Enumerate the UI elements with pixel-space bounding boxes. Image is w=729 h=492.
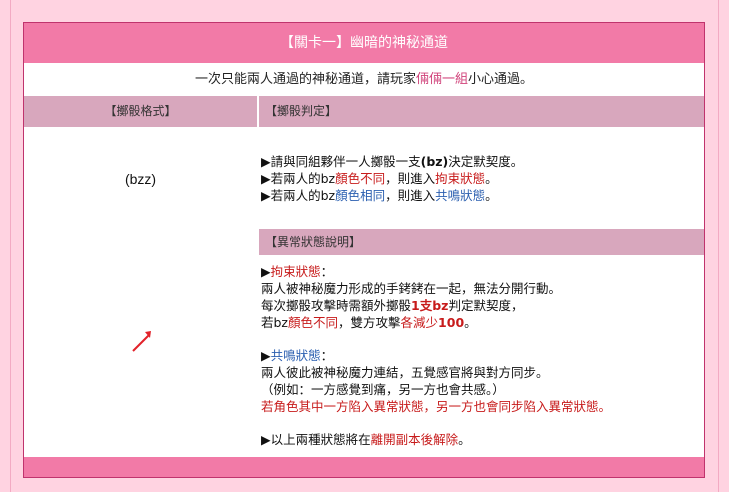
intro-suffix: 小心通過。	[468, 72, 534, 87]
resonance-arrow: ▶	[261, 348, 271, 363]
restraint-arrow: ▶	[261, 264, 271, 279]
judgement-line-1-text: ▶請與同組夥伴一人擲骰一支	[261, 154, 421, 169]
restraint-title: ▶拘束狀態：	[261, 263, 701, 280]
dice-format-header: 【擲骰格式】	[24, 96, 257, 127]
judgement-line-3-text: ▶若兩人的bz	[261, 188, 336, 203]
restraint-desc-2: 每次擲骰攻擊時需額外擲骰1支bz判定默契度，	[261, 297, 701, 314]
left-guide-line	[10, 0, 11, 492]
footer-note: ▶以上兩種狀態將在離開副本後解除。	[261, 431, 701, 448]
judgement-line-2-text: ▶若兩人的bz	[261, 171, 336, 186]
restraint-colon: ：	[320, 264, 334, 279]
restraint-name: 拘束狀態	[270, 264, 321, 279]
intro-text: 一次只能兩人通過的神秘通道，請玩家倆倆一組小心通過。	[24, 63, 704, 96]
restraint-section: ▶拘束狀態： 兩人被神秘魔力形成的手銬銬在一起，無法分開行動。 每次擲骰攻擊時需…	[261, 263, 701, 331]
card-title: 【關卡一】幽暗的神秘通道	[24, 23, 704, 63]
restraint-desc-3-amount: 100	[438, 315, 465, 330]
dice-format-cell: (bzz)	[24, 127, 257, 458]
judgement-line-1-end: 決定默契度。	[448, 154, 524, 169]
judgement-line-3-mid: ，則進入	[385, 188, 436, 203]
restraint-desc-1: 兩人被神秘魔力形成的手銬銬在一起，無法分開行動。	[261, 281, 562, 296]
dice-judgement-header: 【擲骰判定】	[259, 96, 704, 127]
column-separator	[257, 96, 259, 458]
restraint-desc-3: 若bz顏色不同，雙方攻擊各減少100。	[261, 314, 701, 331]
resonance-desc-2: （例如：一方感覺到痛，另一方也會共感。）	[261, 382, 505, 397]
restraint-desc-2-end: 判定默契度，	[448, 298, 524, 313]
restraint-desc-3-condition: 顏色不同	[288, 315, 339, 330]
judgement-line-2-end: 。	[485, 171, 498, 186]
judgement-line-1-code: (bz)	[420, 154, 449, 169]
footer-end: 。	[458, 432, 471, 447]
resonance-section: ▶共鳴狀態： 兩人彼此被神秘魔力連結，五覺感官將與對方同步。 （例如：一方感覺到…	[261, 347, 701, 415]
judgement-line-3-end: 。	[485, 188, 498, 203]
judgement-rules: ▶請與同組夥伴一人擲骰一支(bz)決定默契度。 ▶若兩人的bz顏色不同，則進入拘…	[261, 153, 701, 204]
event-card: 【關卡一】幽暗的神秘通道 一次只能兩人通過的神秘通道，請玩家倆倆一組小心通過。 …	[23, 22, 705, 478]
judgement-line-2-mid: ，則進入	[385, 171, 436, 186]
judgement-line-3-condition: 顏色相同	[335, 188, 386, 203]
restraint-desc-3-end: 。	[464, 315, 477, 330]
judgement-line-2: ▶若兩人的bz顏色不同，則進入拘束狀態。	[261, 170, 701, 187]
footer-text: ▶以上兩種狀態將在	[261, 432, 371, 447]
judgement-line-2-condition: 顏色不同	[335, 171, 386, 186]
mouse-cursor-icon	[132, 331, 151, 352]
judgement-line-1: ▶請與同組夥伴一人擲骰一支(bz)決定默契度。	[261, 153, 701, 170]
resonance-colon: ：	[320, 348, 334, 363]
restraint-desc-3-penalty: 各減少	[400, 315, 439, 330]
status-explanation-header: 【異常狀態說明】	[259, 229, 704, 255]
restraint-desc-2-text: 每次擲骰攻擊時需額外擲骰	[261, 298, 412, 313]
resonance-name: 共鳴狀態	[270, 348, 321, 363]
resonance-desc-1: 兩人彼此被神秘魔力連結，五覺感官將與對方同步。	[261, 365, 549, 380]
restraint-desc-2-dice: 1支bz	[411, 298, 449, 313]
intro-prefix: 一次只能兩人通過的神秘通道，請玩家	[194, 72, 416, 87]
page: { "title": "【關卡一】幽暗的神秘通道", "intro": { "p…	[0, 0, 729, 492]
judgement-line-3: ▶若兩人的bz顏色相同，則進入共鳴狀態。	[261, 187, 701, 204]
restraint-desc-3-mid: ，雙方攻擊	[338, 315, 401, 330]
judgement-line-2-state: 拘束狀態	[435, 171, 486, 186]
card-bottom-bar	[24, 457, 704, 477]
footer-highlight: 離開副本後解除	[370, 432, 459, 447]
footer-line: ▶以上兩種狀態將在離開副本後解除。	[261, 431, 701, 448]
intro-highlight: 倆倆一組	[415, 72, 468, 87]
resonance-title: ▶共鳴狀態：	[261, 347, 701, 364]
restraint-desc-3-text: 若bz	[261, 315, 288, 330]
resonance-desc-3: 若角色其中一方陷入異常狀態，另一方也會同步陷入異常狀態。	[261, 399, 612, 414]
dice-format-value: (bzz)	[124, 171, 157, 187]
right-guide-line	[718, 0, 719, 492]
judgement-line-3-state: 共鳴狀態	[435, 188, 486, 203]
